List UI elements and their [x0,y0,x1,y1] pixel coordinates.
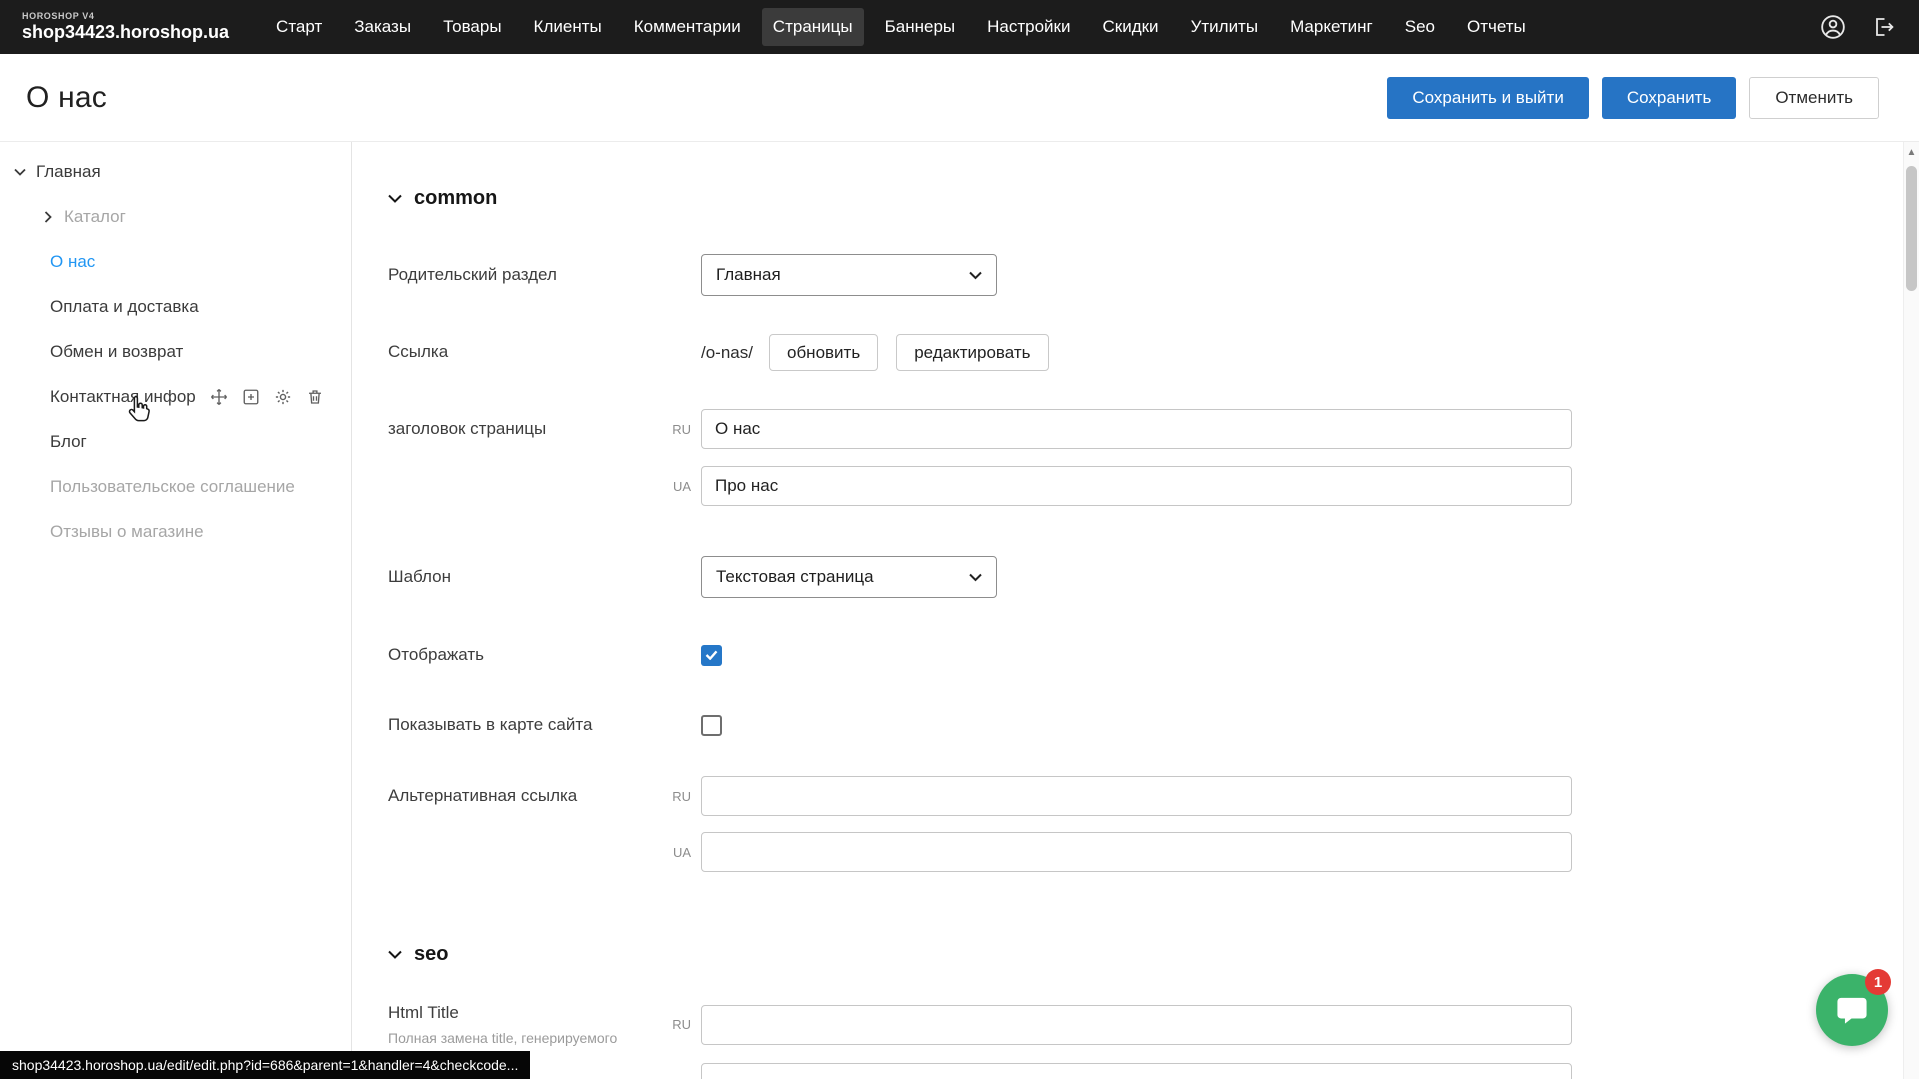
template-select[interactable]: Текстовая страница [701,556,997,598]
sidebar-item-exchange-return[interactable]: Обмен и возврат [0,329,351,374]
scrollbar-thumb[interactable] [1906,166,1917,291]
template-label: Шаблон [388,566,668,588]
sidebar-item-user-agreement[interactable]: Пользовательское соглашение [0,464,351,509]
page-edit-form: common Родительский раздел Главная Ссылк… [353,142,1903,1079]
add-page-icon[interactable] [241,387,261,407]
sitemap-label: Показывать в карте сайта [388,714,668,736]
alt-link-ru-input[interactable] [701,776,1572,816]
check-icon [705,650,718,660]
account-icon[interactable] [1819,13,1847,41]
sidebar-item-label: Пользовательское соглашение [50,477,295,497]
chat-unread-badge: 1 [1865,969,1891,995]
sidebar-item-contact-info[interactable]: Контактная инфор [0,374,351,419]
sidebar-item-label: О нас [50,252,95,272]
lang-ua-chip: UA [668,845,701,860]
nav-reports[interactable]: Отчеты [1456,8,1537,46]
nav-orders[interactable]: Заказы [343,8,422,46]
sidebar-item-label: Главная [36,162,101,182]
settings-gear-icon[interactable] [273,387,293,407]
main-nav: Старт Заказы Товары Клиенты Комментарии … [265,8,1537,46]
html-title-ru-input[interactable] [701,1005,1572,1045]
top-navbar: HOROSHOP V4 shop34423.horoshop.ua Старт … [0,0,1919,54]
sidebar-item-label: Обмен и возврат [50,342,183,362]
section-seo-header[interactable]: seo [388,942,1903,966]
status-url: shop34423.horoshop.ua/edit/edit.php?id=6… [12,1057,518,1073]
chevron-right-icon[interactable] [38,211,58,223]
nav-products[interactable]: Товары [432,8,512,46]
sidebar-item-label: Каталог [64,207,126,227]
nav-banners[interactable]: Баннеры [874,8,967,46]
vertical-scrollbar: ▲ [1903,142,1919,1079]
html-title-label: Html Title [388,1002,668,1024]
logout-icon[interactable] [1869,13,1897,41]
chat-widget-button[interactable]: 1 [1816,974,1888,1046]
link-label: Ссылка [388,341,668,363]
edit-link-button[interactable]: редактировать [896,334,1048,371]
sidebar-item-catalog[interactable]: Каталог [0,194,351,239]
chevron-down-icon[interactable] [10,168,30,176]
html-title-ua-input[interactable] [701,1063,1572,1079]
chat-bubble-icon [1835,993,1869,1027]
nav-marketing[interactable]: Маркетинг [1279,8,1384,46]
page-title-ua-input[interactable] [701,466,1572,506]
drag-move-icon[interactable] [209,387,229,407]
sidebar-item-label: Блог [50,432,87,452]
refresh-link-button[interactable]: обновить [769,334,878,371]
save-and-exit-button[interactable]: Сохранить и выйти [1387,77,1588,119]
lang-ru-chip: RU [668,1017,701,1032]
page-title: О нас [26,81,107,115]
section-seo-label: seo [414,943,448,966]
lang-ua-chip: UA [668,479,701,494]
brand: HOROSHOP V4 shop34423.horoshop.ua [22,12,229,42]
chevron-down-icon [388,194,402,203]
brand-version: HOROSHOP V4 [22,12,229,21]
lang-ru-chip: RU [668,789,701,804]
section-common-header[interactable]: common [388,186,1903,210]
lang-ru-chip: RU [668,422,701,437]
sidebar-item-label: Отзывы о магазине [50,522,204,542]
parent-section-label: Родительский раздел [388,264,668,286]
link-path-value: /o-nas/ [701,343,753,363]
chevron-down-icon [388,950,402,959]
nav-utilities[interactable]: Утилиты [1180,8,1270,46]
scroll-up-arrow-icon[interactable]: ▲ [1904,142,1919,158]
page-header: О нас Сохранить и выйти Сохранить Отмени… [0,54,1919,141]
page-title-label: заголовок страницы [388,418,668,440]
parent-section-value: Главная [716,265,781,285]
brand-domain: shop34423.horoshop.ua [22,23,229,42]
sidebar-item-home[interactable]: Главная [0,149,351,194]
nav-clients[interactable]: Клиенты [523,8,613,46]
nav-comments[interactable]: Комментарии [623,8,752,46]
sidebar-item-blog[interactable]: Блог [0,419,351,464]
alt-link-label: Альтернативная ссылка [388,785,668,807]
nav-discounts[interactable]: Скидки [1091,8,1169,46]
sitemap-checkbox[interactable] [701,715,722,736]
sidebar-item-store-reviews[interactable]: Отзывы о магазине [0,509,351,554]
nav-settings[interactable]: Настройки [976,8,1081,46]
sidebar-item-label: Контактная инфор [50,387,196,407]
save-button[interactable]: Сохранить [1602,77,1736,119]
template-value: Текстовая страница [716,567,874,587]
cancel-button[interactable]: Отменить [1749,77,1879,119]
alt-link-ua-input[interactable] [701,832,1572,872]
parent-section-select[interactable]: Главная [701,254,997,296]
display-checkbox[interactable] [701,645,722,666]
browser-status-bar: shop34423.horoshop.ua/edit/edit.php?id=6… [0,1051,530,1079]
nav-seo[interactable]: Seo [1394,8,1446,46]
page-title-ru-input[interactable] [701,409,1572,449]
delete-trash-icon[interactable] [305,387,325,407]
chevron-down-icon [969,271,982,280]
sidebar-item-payment-delivery[interactable]: Оплата и доставка [0,284,351,329]
nav-pages[interactable]: Страницы [762,8,864,46]
display-label: Отображать [388,644,668,666]
pages-tree-sidebar: Главная Каталог О нас Оплата и доставка … [0,142,352,1079]
nav-start[interactable]: Старт [265,8,333,46]
html-title-hint: Полная замена title, генерируемого [388,1029,668,1047]
chevron-down-icon [969,573,982,582]
section-common-label: common [414,187,497,210]
sidebar-item-label: Оплата и доставка [50,297,199,317]
tree-row-actions [209,387,325,407]
sidebar-item-about[interactable]: О нас [0,239,351,284]
